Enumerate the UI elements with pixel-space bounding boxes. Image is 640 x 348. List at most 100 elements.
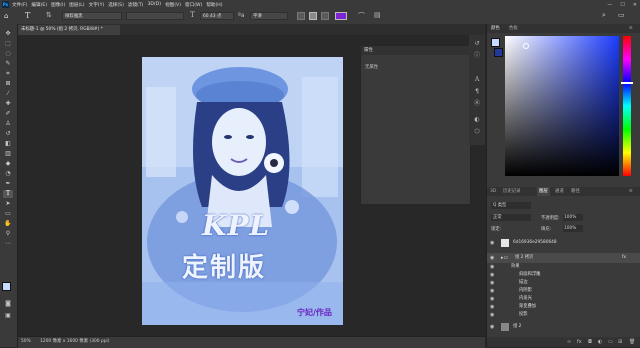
marquee-tool-icon[interactable]: ⬚ [3, 40, 13, 48]
menu-layer[interactable]: 图层(L) [69, 2, 84, 8]
menu-window[interactable]: 窗口(W) [185, 2, 202, 8]
foreground-color-swatch[interactable] [2, 282, 11, 291]
adjustments-panel-icon[interactable]: ◐ [472, 115, 482, 124]
add-style-icon[interactable]: fx [577, 337, 582, 347]
menu-file[interactable]: 文件(F) [12, 2, 27, 8]
color-panel-foreground-swatch[interactable] [491, 38, 500, 47]
menu-image[interactable]: 图像(I) [51, 2, 65, 8]
visibility-eye-icon[interactable]: ◉ [490, 310, 494, 320]
eyedropper-tool-icon[interactable]: ⁄ [3, 90, 13, 98]
tab-channels[interactable]: 通道 [555, 187, 564, 196]
move-tool-icon[interactable]: ✥ [3, 30, 13, 38]
healing-brush-tool-icon[interactable]: ✚ [3, 100, 13, 108]
hue-slider-handle[interactable] [621, 82, 633, 84]
visibility-eye-icon[interactable]: ◉ [490, 322, 494, 332]
font-style-select[interactable] [126, 12, 184, 20]
character-panel-icon[interactable]: A [472, 75, 482, 84]
font-size-field[interactable]: 60.43 点 [200, 12, 234, 20]
align-right-icon[interactable] [321, 12, 329, 20]
artwork-title-line1: KPL [202, 209, 271, 242]
color-picker-field[interactable] [505, 36, 619, 176]
menu-help[interactable]: 帮助(H) [206, 2, 222, 8]
glyphs-panel-icon[interactable]: Ⓐ [472, 99, 482, 108]
menu-3d[interactable]: 3D(D) [147, 2, 161, 7]
zoom-tool-icon[interactable]: ⚲ [3, 230, 13, 238]
panel-menu-icon[interactable]: ≡ [629, 24, 633, 33]
effect-row[interactable]: ◉ 投影 [487, 310, 640, 320]
new-layer-icon[interactable]: ⊞ [618, 337, 622, 347]
dodge-tool-icon[interactable]: ◔ [3, 170, 13, 178]
eraser-tool-icon[interactable]: ◧ [3, 140, 13, 148]
fill-field[interactable]: 100% [563, 225, 583, 232]
layer-row[interactable]: ◉ 6d16936e29580648 [487, 238, 640, 248]
orientation-toggle-icon[interactable]: ⇅ [46, 11, 52, 19]
visibility-eye-icon[interactable]: ◉ [490, 238, 494, 248]
character-panel-icon[interactable]: ▤ [374, 11, 381, 19]
workspace-icon[interactable]: ▭ [618, 11, 625, 19]
layer-row[interactable]: ◉ 组 2 [487, 322, 640, 332]
font-family-select[interactable]: 微软雅黑 [62, 12, 122, 20]
3d-panel-icon[interactable]: ⬡ [472, 127, 482, 136]
tab-history[interactable]: 历史记录 [503, 187, 521, 196]
more-tools-icon[interactable]: ⋯ [3, 240, 13, 248]
type-tool-icon[interactable]: T [3, 190, 13, 198]
clone-stamp-tool-icon[interactable]: ♙ [3, 120, 13, 128]
menu-select[interactable]: 选择(S) [108, 2, 124, 8]
document-tab[interactable]: 未标题-1 @ 50% (组 2 拷贝, RGB/8#) * [18, 25, 120, 35]
home-icon[interactable]: ⌂ [4, 12, 8, 20]
link-layers-icon[interactable]: ∞ [567, 337, 571, 347]
layer-filter-select[interactable]: Q 类型 [491, 202, 531, 209]
screen-mode-icon[interactable]: ▣ [3, 312, 13, 320]
hue-slider[interactable] [621, 36, 633, 176]
crop-tool-icon[interactable]: ⌗ [3, 70, 13, 78]
adjustment-layer-icon[interactable]: ◐ [598, 337, 602, 347]
shape-tool-icon[interactable]: ▭ [3, 210, 13, 218]
history-brush-tool-icon[interactable]: ↺ [3, 130, 13, 138]
new-group-icon[interactable]: ▭ [608, 337, 613, 347]
layers-menu-icon[interactable]: ≡ [629, 187, 633, 196]
lasso-tool-icon[interactable]: ◌ [3, 50, 13, 58]
search-icon[interactable]: ⌕ [602, 11, 606, 20]
menu-filter[interactable]: 滤镜(T) [128, 2, 144, 8]
path-select-tool-icon[interactable]: ➤ [3, 200, 13, 208]
maximize-button[interactable]: ☐ [620, 2, 624, 8]
align-center-icon[interactable] [309, 12, 317, 20]
blur-tool-icon[interactable]: ◆ [3, 160, 13, 168]
tab-3d-left[interactable]: 3D [490, 187, 496, 196]
layers-panel-header: 3D 历史记录 图层 通道 路径 ≡ [487, 187, 640, 196]
color-tab[interactable]: 颜色 [491, 24, 500, 33]
anti-alias-select[interactable]: 平滑 [250, 12, 288, 20]
align-left-icon[interactable] [297, 12, 305, 20]
paragraph-panel-icon[interactable]: ¶ [472, 87, 482, 96]
tab-layers[interactable]: 图层 [537, 187, 550, 196]
tab-paths[interactable]: 路径 [571, 187, 580, 196]
menu-type[interactable]: 文字(Y) [89, 2, 105, 8]
blend-mode-select[interactable]: 正常 [491, 214, 531, 221]
minimize-button[interactable]: — [607, 2, 612, 8]
close-button[interactable]: ✕ [633, 2, 637, 8]
opacity-field[interactable]: 100% [563, 214, 583, 221]
text-color-swatch[interactable] [335, 12, 347, 20]
properties-tab[interactable]: 属性 [364, 48, 373, 53]
warp-text-icon[interactable]: ⌒ [358, 11, 365, 21]
pen-tool-icon[interactable]: ✒ [3, 180, 13, 188]
info-panel-icon[interactable]: ⓘ [472, 51, 482, 60]
canvas-artwork[interactable]: KPL 定制版 宁妃/作品 [142, 57, 343, 325]
add-mask-icon[interactable]: ◘ [588, 337, 592, 347]
delete-layer-icon[interactable]: 🗑 [629, 337, 635, 347]
color-picker-handle[interactable] [523, 43, 529, 49]
poster-illustration [142, 57, 343, 325]
swatches-tab[interactable]: 色板 [509, 24, 518, 33]
quick-mask-icon[interactable]: ◙ [3, 300, 13, 308]
document-size-info[interactable]: 1200 像素 x 1600 像素 (300 ppi) [40, 337, 109, 347]
gradient-tool-icon[interactable]: ▥ [3, 150, 13, 158]
history-panel-icon[interactable]: ↺ [472, 39, 482, 48]
color-panel-background-swatch[interactable] [494, 48, 503, 57]
quick-select-tool-icon[interactable]: ✎ [3, 60, 13, 68]
hand-tool-icon[interactable]: ✋ [3, 220, 13, 228]
menu-edit[interactable]: 编辑(E) [31, 2, 47, 8]
brush-tool-icon[interactable]: ✐ [3, 110, 13, 118]
frame-tool-icon[interactable]: ⊠ [3, 80, 13, 88]
zoom-level[interactable]: 50% [21, 337, 31, 347]
menu-view[interactable]: 视图(V) [165, 2, 181, 8]
